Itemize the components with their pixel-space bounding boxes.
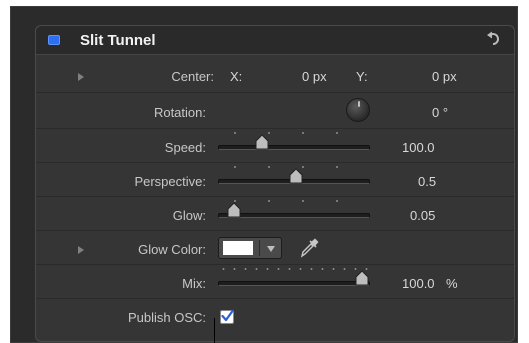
row-divider (36, 230, 514, 231)
center-x-label: X: (230, 69, 243, 84)
glow-color-well[interactable] (218, 237, 282, 259)
center-y-label: Y: (356, 69, 368, 84)
speed-ticks (218, 130, 368, 136)
mix-slider-thumb[interactable] (355, 270, 369, 286)
row-divider (36, 196, 514, 197)
speed-slider-thumb[interactable] (255, 134, 269, 150)
perspective-label: Perspective: (134, 174, 206, 189)
mix-value[interactable]: 100.0 (402, 276, 435, 291)
mix-label: Mix: (182, 276, 206, 291)
publish-osc-checkbox[interactable] (220, 309, 234, 324)
filter-title: Slit Tunnel (80, 32, 156, 49)
row-divider (36, 298, 514, 299)
eyedropper-icon[interactable] (298, 237, 320, 259)
glow-color-label: Glow Color: (138, 242, 206, 257)
mix-slider-track[interactable] (218, 281, 370, 286)
row-divider (36, 162, 514, 163)
inspector-panel: Slit Tunnel Center: X: 0 px Y: 0 px Rota… (10, 6, 518, 343)
publish-osc-label: Publish OSC: (127, 310, 206, 325)
glow-label: Glow: (172, 208, 206, 223)
color-well-divider (259, 240, 260, 256)
rotation-value[interactable]: 0 ° (432, 105, 448, 120)
speed-slider-track[interactable] (218, 145, 370, 150)
row-divider (36, 264, 514, 265)
mix-ticks (218, 266, 368, 272)
center-x-value[interactable]: 0 px (302, 69, 327, 84)
rotation-label: Rotation: (153, 105, 206, 120)
filter-enable-checkbox[interactable] (48, 35, 60, 45)
mix-unit: % (446, 276, 458, 291)
glow-slider-thumb[interactable] (227, 202, 241, 218)
chevron-down-icon[interactable] (267, 246, 275, 252)
speed-label: Speed: (164, 140, 206, 155)
rotation-dial[interactable] (346, 98, 370, 122)
glow-color-swatch[interactable] (223, 241, 253, 255)
reset-arrow-icon[interactable] (484, 30, 502, 48)
row-divider (36, 92, 514, 93)
center-label: Center: (171, 69, 214, 84)
center-y-value[interactable]: 0 px (432, 69, 457, 84)
perspective-value[interactable]: 0.5 (418, 174, 436, 189)
perspective-slider-thumb[interactable] (289, 168, 303, 184)
checkmark-icon (221, 309, 234, 322)
callout-line (214, 318, 215, 343)
speed-value[interactable]: 100.0 (402, 140, 435, 155)
glow-value[interactable]: 0.05 (410, 208, 435, 223)
rotation-dial-indicator (358, 101, 360, 107)
filter-parameters-group: Slit Tunnel Center: X: 0 px Y: 0 px Rota… (35, 25, 515, 342)
row-divider (36, 128, 514, 129)
filter-header: Slit Tunnel (36, 26, 514, 55)
